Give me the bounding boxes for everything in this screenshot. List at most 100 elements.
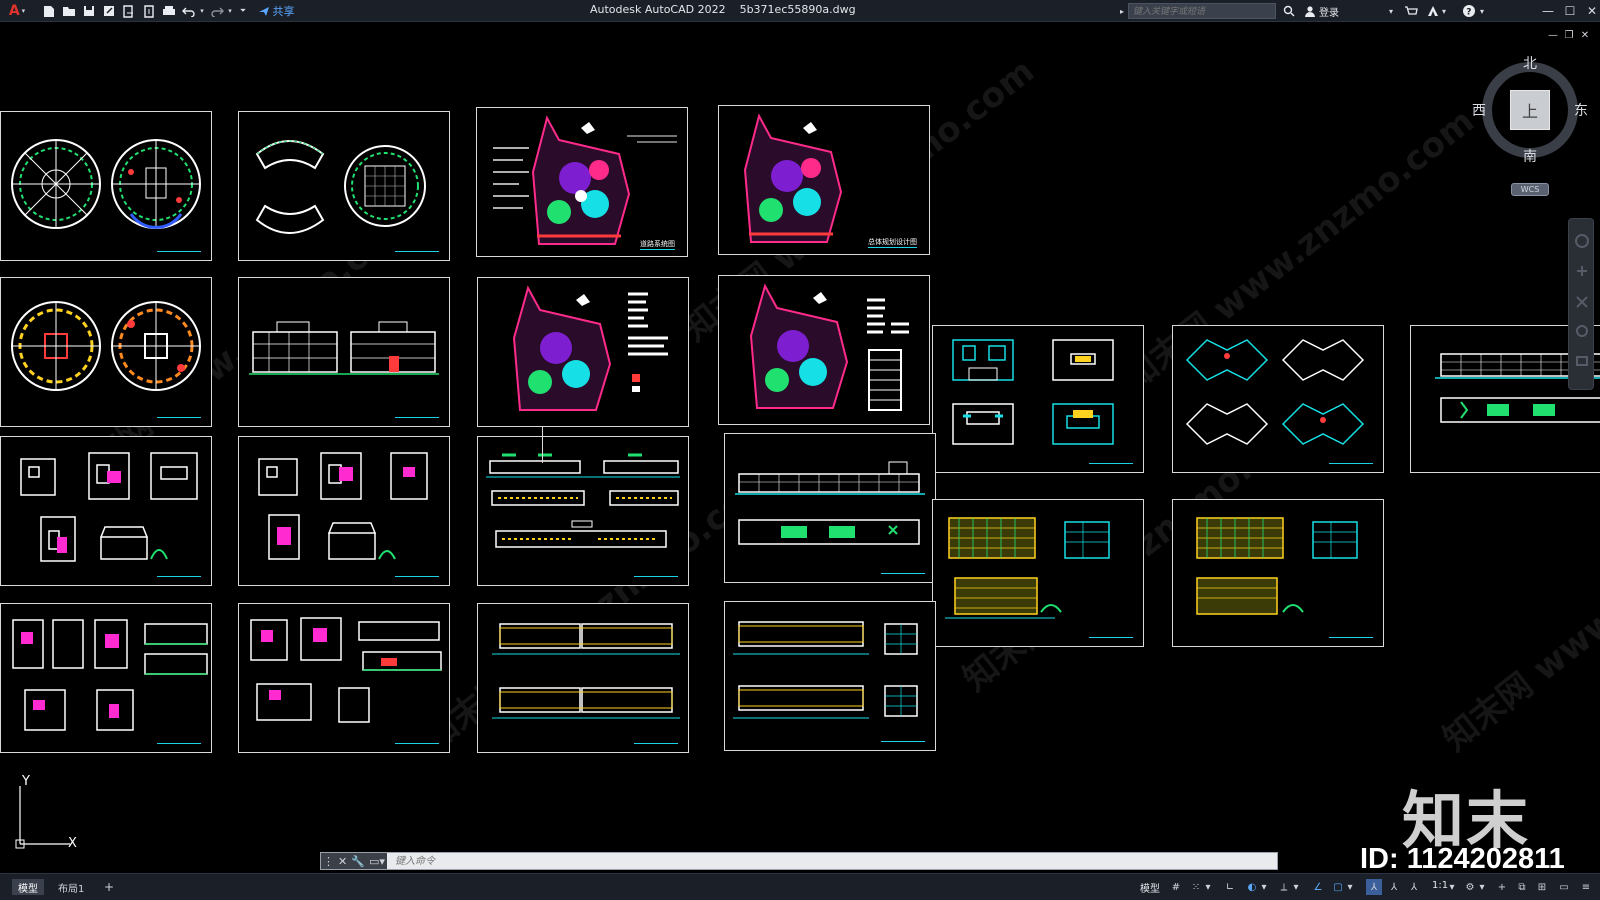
command-input[interactable] [387,853,1277,869]
recent-commands-icon[interactable]: ▭▾ [369,855,385,868]
object-snap-icon[interactable]: ▢ [1330,879,1346,895]
tab-layout1[interactable]: 布局1 [52,879,90,895]
maximize-window-icon[interactable]: ☐ [1558,2,1582,20]
redo-dropdown-icon[interactable]: ▾ [226,2,234,20]
drawing-sheet[interactable] [477,603,689,753]
wcs-menu-button[interactable]: WCS [1511,183,1549,196]
login-dropdown-icon[interactable]: ▾ [1386,2,1396,20]
drag-handle-icon[interactable]: ⋮ [323,855,334,868]
customize-command-icon[interactable]: 🔧 [351,855,365,868]
save-to-web-icon[interactable] [140,2,158,20]
title-block-line [157,743,201,744]
drawing-sheet[interactable] [932,499,1144,647]
drawing-sheet[interactable] [1172,499,1384,647]
compass-west-label[interactable]: 西 [1472,100,1486,120]
drawing-sheet[interactable] [477,277,689,427]
add-layout-button[interactable]: + [98,879,120,895]
open-from-web-icon[interactable] [120,2,138,20]
long-floor-plans-drawing [733,621,918,719]
autocad-logo-button[interactable]: A ▾ [4,2,30,20]
autodesk-app-store-icon[interactable] [1402,2,1420,20]
drawing-sheet[interactable] [1172,325,1384,473]
search-expand-icon[interactable]: ▸ [1118,2,1126,20]
building-elevations-drawing [249,321,439,375]
title-block-line [157,251,201,252]
login-button[interactable]: 登录 [1304,3,1339,19]
command-line[interactable]: ⋮ ✕ 🔧 ▭▾ [320,852,1278,870]
workspace-gear-icon[interactable]: ⚙ [1462,879,1478,895]
object-snap-tracking-icon[interactable]: ∠ [1310,879,1326,895]
drawing-sheet[interactable] [0,277,212,427]
annotation-visibility-icon[interactable]: ⅄ [1366,879,1382,895]
account-dropdown-icon[interactable]: ▾ [1440,2,1448,20]
polar-tracking-icon[interactable]: ◐ [1244,879,1260,895]
tab-model[interactable]: 模型 [12,879,44,895]
share-button[interactable]: 共享 [254,2,298,20]
drawing-canvas[interactable]: 知末网 www.znzmo.com 知末网 www.znzmo.com 知末网 … [0,23,1600,873]
new-file-icon[interactable] [40,2,58,20]
model-space-toggle[interactable]: 模型 [1140,880,1160,895]
save-icon[interactable] [80,2,98,20]
close-command-icon[interactable]: ✕ [338,855,347,868]
search-icon[interactable] [1280,2,1298,20]
close-window-icon[interactable]: ✕ [1580,2,1600,20]
round-floor-plans-drawing [11,301,201,391]
site-plan-with-notes-drawing [512,285,668,411]
drawing-sheet[interactable] [0,111,212,261]
navigation-bar-icons [1575,234,1589,366]
compass-north-label[interactable]: 北 [1523,53,1537,73]
drawing-sheet[interactable] [724,433,936,583]
scale-dropdown-icon[interactable]: ▾ [1448,879,1456,895]
drawing-sheet[interactable] [718,275,930,425]
polar-dropdown-icon[interactable]: ▾ [1260,879,1268,895]
annotation-scale-icon[interactable]: ⅄ [1406,879,1422,895]
search-input[interactable] [1128,3,1276,19]
viewcube-top-face[interactable]: 上 [1510,90,1550,130]
redo-icon[interactable] [208,2,226,20]
snap-mode-icon[interactable]: ⁙ [1188,879,1204,895]
drawing-sheet[interactable] [238,436,450,586]
compass-east-label[interactable]: 东 [1574,100,1588,120]
open-folder-icon[interactable] [60,2,78,20]
title-block-line [634,743,678,744]
workspace-dropdown-icon[interactable]: ▾ [1478,879,1486,895]
customization-menu-icon[interactable]: ≡ [1578,879,1594,895]
annotation-monitor-icon[interactable]: + [1494,879,1510,895]
undo-icon[interactable] [180,2,198,20]
curved-building-plans-drawing [255,140,426,234]
title-block-line [157,576,201,577]
isolate-objects-icon[interactable]: ⧉ [1514,879,1530,895]
drawing-sheet[interactable] [477,436,689,586]
isodraft-icon[interactable]: ⟂ [1276,879,1292,895]
drawing-sheet[interactable]: 道路系统图 [476,107,688,257]
drawing-sheet[interactable] [724,601,936,751]
grid-icon[interactable]: # [1168,879,1184,895]
site-plan-drawing [493,115,677,245]
snap-dropdown-icon[interactable]: ▾ [1204,879,1212,895]
drawing-sheet[interactable] [0,603,212,753]
drawing-sheet[interactable]: 总体规划设计图 [718,105,930,255]
viewcube[interactable]: 上 北 南 东 西 [1470,50,1590,180]
help-icon[interactable]: ? [1460,2,1478,20]
undo-dropdown-icon[interactable]: ▾ [198,2,206,20]
compass-south-label[interactable]: 南 [1523,146,1537,166]
osnap-dropdown-icon[interactable]: ▾ [1346,879,1354,895]
annotation-scale-value[interactable]: 1:1 [1432,880,1448,891]
minimize-window-icon[interactable]: — [1536,2,1560,20]
save-as-icon[interactable] [100,2,118,20]
customize-toolbar-icon[interactable]: ⏷ [238,2,248,20]
drawing-sheet[interactable] [0,436,212,586]
drawing-sheet[interactable] [238,277,450,427]
clean-screen-icon[interactable]: ▭ [1556,879,1572,895]
isodraft-dropdown-icon[interactable]: ▾ [1292,879,1300,895]
drawing-sheet[interactable] [238,111,450,261]
ortho-mode-icon[interactable]: ∟ [1222,879,1238,895]
navigation-bar[interactable] [1568,218,1594,390]
drawing-sheet[interactable] [932,325,1144,473]
drawing-sheet[interactable] [238,603,450,753]
unit-floor-plans-drawing [1185,339,1365,445]
auto-scale-icon[interactable]: ⅄ [1386,879,1402,895]
help-dropdown-icon[interactable]: ▾ [1478,2,1486,20]
hardware-acceleration-icon[interactable]: ⊞ [1534,879,1550,895]
plot-print-icon[interactable] [160,2,178,20]
